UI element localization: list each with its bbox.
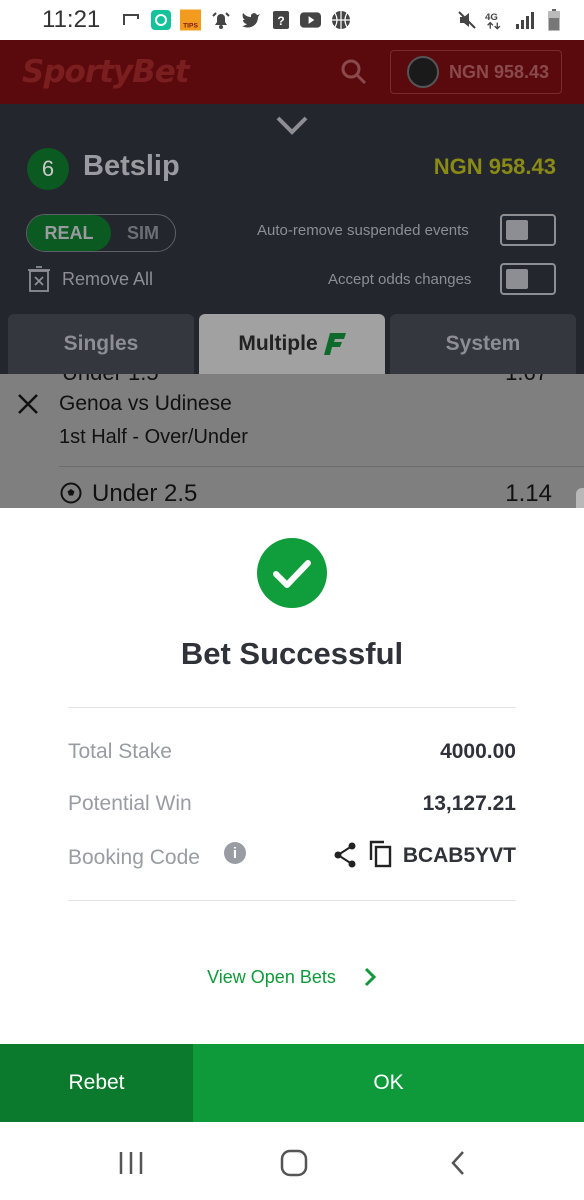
tab-label: System xyxy=(445,332,521,355)
success-check-icon xyxy=(257,538,327,608)
selection-list: Under 1.5 1.67 Genoa vs Udinese 1st Half… xyxy=(0,374,584,508)
selection-pick: Under 2.5 xyxy=(92,480,198,507)
bet-type-tabs: Singles Multiple System xyxy=(0,314,584,374)
svg-text:?: ? xyxy=(277,14,284,28)
system-nav-bar xyxy=(0,1122,584,1200)
total-stake-value: 4000.00 xyxy=(440,740,516,763)
tab-label: Singles xyxy=(63,332,139,355)
tab-multiple[interactable]: Multiple xyxy=(199,314,385,374)
app-header: SportyBet NGN 958.43 xyxy=(0,40,584,104)
chevron-right-icon xyxy=(363,966,377,988)
accept-odds-label: Accept odds changes xyxy=(328,271,472,288)
basketball-icon xyxy=(330,10,351,31)
notification-icons: TIPS ? xyxy=(120,9,351,31)
status-bar: 11:21 TIPS ? 4G xyxy=(0,0,584,40)
flash-bonus-icon xyxy=(323,333,346,355)
twitter-icon xyxy=(240,10,261,31)
recent-apps-icon[interactable] xyxy=(116,1148,146,1178)
accept-odds-switch[interactable] xyxy=(500,263,556,295)
back-icon[interactable] xyxy=(444,1148,474,1178)
divider xyxy=(68,707,516,708)
mute-icon xyxy=(456,10,477,31)
svg-text:TIPS: TIPS xyxy=(183,23,198,30)
alarm-icon xyxy=(210,10,231,31)
real-option[interactable]: REAL xyxy=(27,215,111,251)
view-open-bets-label: View Open Bets xyxy=(207,966,336,987)
switch-knob xyxy=(506,269,528,289)
screen-icon xyxy=(120,10,141,31)
betslip-count-badge: 6 xyxy=(27,148,69,190)
quiz-icon: ? xyxy=(270,10,291,31)
view-open-bets-link[interactable]: View Open Bets xyxy=(0,966,584,988)
tab-label: Multiple xyxy=(238,332,318,355)
avatar xyxy=(407,56,439,88)
potential-win-value: 13,127.21 xyxy=(422,792,516,815)
info-icon[interactable]: i xyxy=(224,842,246,864)
real-sim-toggle[interactable]: REAL SIM xyxy=(26,214,176,252)
divider xyxy=(59,466,584,467)
balance-button[interactable]: NGN 958.43 xyxy=(390,50,562,94)
booking-code-label: Booking Code xyxy=(68,846,200,869)
4g-icon: 4G xyxy=(485,10,506,31)
auto-remove-switch[interactable] xyxy=(500,214,556,246)
remove-all-label: Remove All xyxy=(62,268,154,289)
remove-all-button[interactable]: Remove All xyxy=(28,266,153,292)
battery-icon xyxy=(543,9,564,31)
modal-title: Bet Successful xyxy=(180,636,404,671)
switch-knob xyxy=(506,220,528,240)
copy-icon[interactable] xyxy=(367,840,393,868)
potential-win-label: Potential Win xyxy=(68,792,192,815)
rebet-button[interactable]: Rebet xyxy=(0,1044,193,1122)
partial-odds: 1.67 xyxy=(505,374,548,386)
selection-match: Genoa vs Udinese xyxy=(59,392,232,415)
status-time: 11:21 xyxy=(42,6,101,33)
tab-singles[interactable]: Singles xyxy=(8,314,194,374)
football-icon xyxy=(60,482,82,504)
total-stake-label: Total Stake xyxy=(68,740,172,763)
selection-odds: 1.14 xyxy=(505,480,552,507)
betslip-balance: NGN 958.43 xyxy=(433,154,556,179)
search-icon[interactable] xyxy=(340,58,368,86)
trash-icon xyxy=(28,266,50,292)
partial-pick: Under 1.5 xyxy=(62,374,159,386)
divider xyxy=(68,900,516,901)
system-status-icons: 4G xyxy=(456,9,564,31)
sportybet-logo: SportyBet xyxy=(22,54,190,90)
selection-market: 1st Half - Over/Under xyxy=(59,426,248,448)
tab-system[interactable]: System xyxy=(390,314,576,374)
grammarly-icon xyxy=(150,10,171,31)
youtube-icon xyxy=(300,10,322,31)
ok-button[interactable]: OK xyxy=(193,1044,584,1122)
share-icon[interactable] xyxy=(333,842,357,868)
auto-remove-label: Auto-remove suspended events xyxy=(257,222,469,239)
header-balance: NGN 958.43 xyxy=(449,61,550,82)
bet-success-modal: Bet Successful Total Stake 4000.00 Poten… xyxy=(0,508,584,1044)
signal-icon xyxy=(514,10,535,31)
tips-app-icon: TIPS xyxy=(180,9,202,31)
remove-selection-close-icon[interactable] xyxy=(16,392,40,416)
collapse-chevron-icon[interactable] xyxy=(274,114,310,138)
betslip-title: Betslip xyxy=(83,150,180,182)
booking-code-value[interactable]: BCAB5YVT xyxy=(403,844,516,868)
svg-text:4G: 4G xyxy=(485,12,498,23)
home-icon[interactable] xyxy=(279,1148,309,1178)
modal-actions: Rebet OK xyxy=(0,1044,584,1122)
sim-option[interactable]: SIM xyxy=(111,223,175,244)
